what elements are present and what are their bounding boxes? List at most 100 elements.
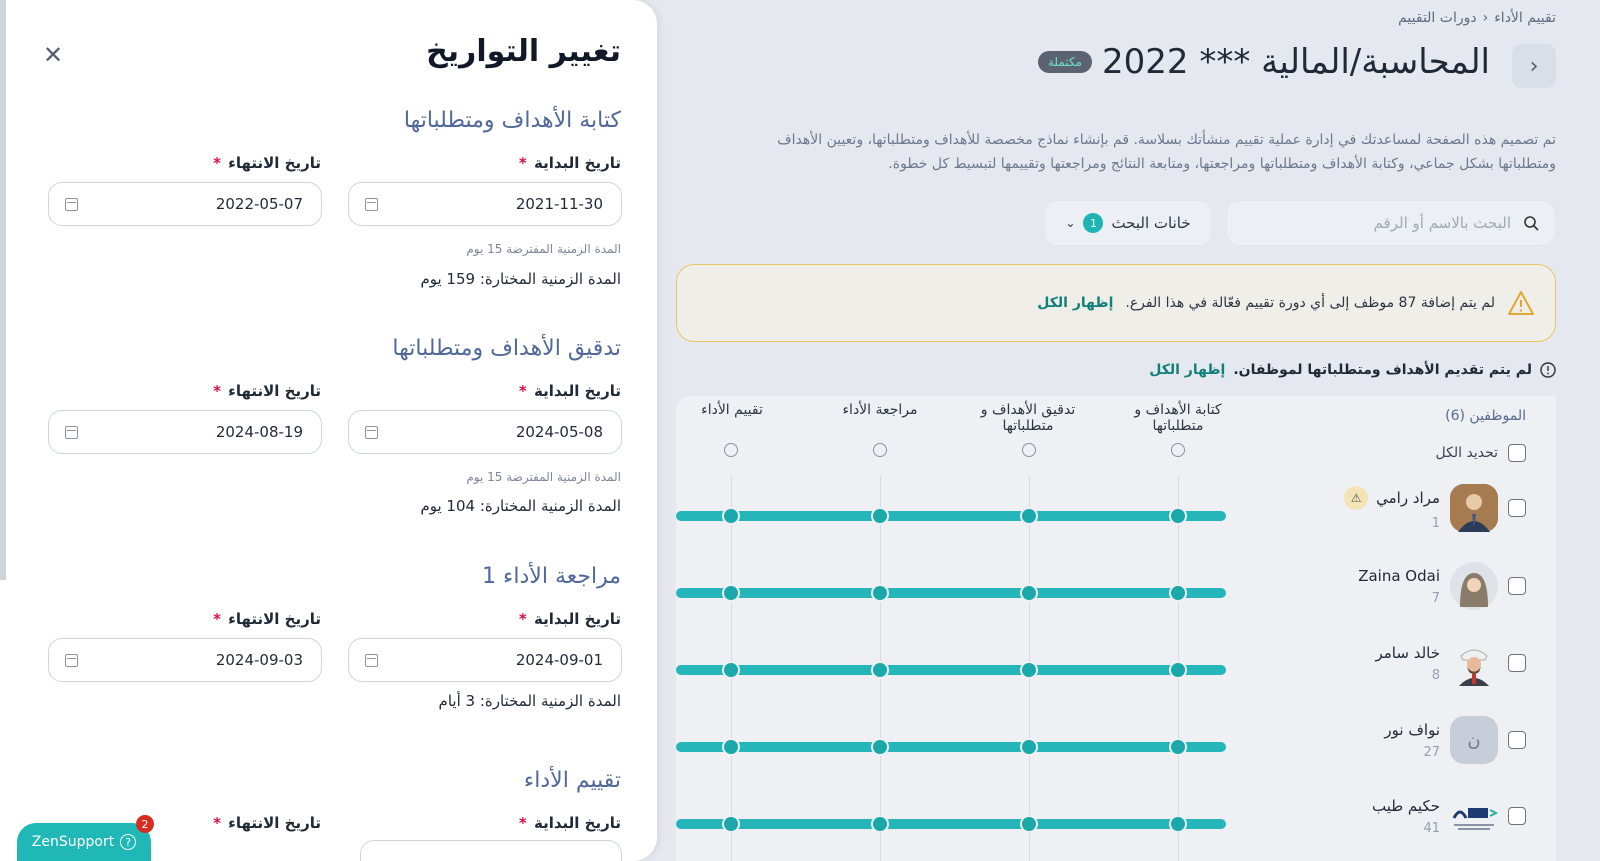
- start-date-label-text: تاريخ البداية: [534, 814, 621, 832]
- section-title: تدقيق الأهداف ومتطلباتها: [392, 336, 621, 361]
- timeline-dot[interactable]: [722, 507, 740, 525]
- timeline-dot[interactable]: [1169, 661, 1187, 679]
- start-date-value: 2024-05-08: [515, 423, 603, 441]
- timeline-bar[interactable]: [676, 511, 1226, 521]
- calendar-icon: [365, 425, 378, 439]
- employees-table: الموظفين (6) تحديد الكل مراد رامي ⚠ 1 Za…: [676, 396, 1556, 861]
- timeline-dot[interactable]: [722, 738, 740, 756]
- required-mark: *: [518, 814, 527, 832]
- timeline-dot[interactable]: [722, 815, 740, 833]
- avatar: [1450, 639, 1498, 687]
- employee-number: 41: [1423, 820, 1440, 836]
- row-checkbox[interactable]: [1508, 654, 1526, 672]
- stage-header-review: مراجعة الأداء: [842, 402, 918, 418]
- search-input[interactable]: البحث بالاسم أو الرقم: [1374, 214, 1511, 232]
- timeline-dot[interactable]: [722, 661, 740, 679]
- employee-row[interactable]: مراد رامي ⚠ 1: [1246, 478, 1526, 538]
- timeline-dot[interactable]: [1020, 815, 1038, 833]
- calendar-icon: [65, 653, 78, 667]
- info-icon: [1540, 362, 1556, 378]
- select-all-row[interactable]: تحديد الكل: [1436, 444, 1526, 462]
- timeline-dot[interactable]: [1020, 584, 1038, 602]
- timeline-bar[interactable]: [676, 742, 1226, 752]
- scrollbar[interactable]: [0, 0, 6, 580]
- employee-number: 7: [1431, 590, 1440, 606]
- end-date-input[interactable]: 2022-05-07: [48, 182, 322, 226]
- end-date-label: تاريخ الانتهاء *: [213, 382, 321, 400]
- timeline-bar[interactable]: [676, 819, 1226, 829]
- avatar: ن: [1450, 716, 1498, 764]
- filter-button[interactable]: خانات البحث 1 ⌄: [1044, 200, 1212, 246]
- row-checkbox[interactable]: [1508, 577, 1526, 595]
- calendar-icon: [365, 197, 378, 211]
- warning-banner: لم يتم إضافة 87 موظف إلى أي دورة تقييم ف…: [676, 264, 1556, 342]
- employee-name: Zaina Odai: [1358, 566, 1440, 585]
- section-title: تقييم الأداء: [523, 768, 621, 793]
- note-show-all-link[interactable]: إظهار الكل: [1149, 362, 1225, 378]
- start-date-label: تاريخ البداية *: [519, 814, 621, 832]
- timeline-dot[interactable]: [871, 584, 889, 602]
- gosi-logo-icon: [1452, 808, 1498, 830]
- employee-row[interactable]: حكيم طيب 41: [1246, 786, 1526, 846]
- employee-row[interactable]: خالد سامر 8: [1246, 633, 1526, 693]
- start-date-input[interactable]: [360, 840, 622, 861]
- end-date-input[interactable]: 2024-09-03: [48, 638, 322, 682]
- default-duration-hint: المدة الزمنية المفترضة 15 يوم: [466, 242, 621, 256]
- start-date-value: 2021-11-30: [515, 195, 603, 213]
- page-title-text: المحاسبة/المالية *** 2022: [1101, 42, 1490, 82]
- stage-header-writing: كتابة الأهداف و متطلباتها: [1134, 402, 1222, 434]
- timeline-dot[interactable]: [1169, 815, 1187, 833]
- required-mark: *: [213, 382, 221, 400]
- required-mark: *: [518, 610, 527, 628]
- timeline-bar[interactable]: [676, 665, 1226, 675]
- start-date-label: تاريخ البداية *: [519, 154, 621, 172]
- search-box[interactable]: البحث بالاسم أو الرقم: [1226, 200, 1556, 246]
- select-all-checkbox[interactable]: [1508, 444, 1526, 462]
- note-text: لم يتم تقديم الأهداف ومتطلباتها لموظفان.: [1233, 362, 1532, 378]
- start-date-input[interactable]: 2024-09-01: [348, 638, 622, 682]
- warning-text: لم يتم إضافة 87 موظف إلى أي دورة تقييم ف…: [1125, 295, 1495, 311]
- woman-avatar-icon: [1451, 563, 1497, 609]
- calendar-icon: [365, 653, 378, 667]
- timeline-dot[interactable]: [1169, 507, 1187, 525]
- breadcrumb-root[interactable]: تقييم الأداء: [1494, 10, 1556, 26]
- end-date-value: 2024-08-19: [215, 423, 303, 441]
- timeline-dot[interactable]: [722, 584, 740, 602]
- employee-name: نواف نور: [1384, 720, 1440, 739]
- clock-icon: [724, 443, 738, 457]
- required-mark: *: [213, 610, 221, 628]
- timeline-dot[interactable]: [1169, 738, 1187, 756]
- timeline-dot[interactable]: [871, 661, 889, 679]
- row-checkbox[interactable]: [1508, 499, 1526, 517]
- timeline-dot[interactable]: [1020, 661, 1038, 679]
- start-date-input[interactable]: 2024-05-08: [348, 410, 622, 454]
- change-dates-panel: ✕ تغيير التواريخ كتابة الأهداف ومتطلباته…: [0, 0, 657, 861]
- filter-count-badge: 1: [1083, 213, 1104, 233]
- employee-row[interactable]: ن نواف نور 27: [1246, 710, 1526, 770]
- required-mark: *: [518, 154, 527, 172]
- employee-row[interactable]: Zaina Odai 7: [1246, 556, 1526, 616]
- timeline-bar[interactable]: [676, 588, 1226, 598]
- timeline-dot[interactable]: [871, 507, 889, 525]
- row-checkbox[interactable]: [1508, 807, 1526, 825]
- timeline-dot[interactable]: [1169, 584, 1187, 602]
- start-date-input[interactable]: 2021-11-30: [348, 182, 622, 226]
- end-date-label-text: تاريخ الانتهاء: [228, 382, 321, 400]
- timeline-dot[interactable]: [1020, 507, 1038, 525]
- warning-show-all-link[interactable]: إظهار الكل: [1037, 295, 1113, 311]
- calendar-icon: [65, 425, 78, 439]
- end-date-label: تاريخ الانتهاء *: [213, 610, 321, 628]
- warning-icon: ⚠: [1344, 485, 1369, 510]
- row-checkbox[interactable]: [1508, 731, 1526, 749]
- search-icon: [1524, 216, 1539, 231]
- close-button[interactable]: ✕: [42, 41, 64, 69]
- back-button[interactable]: ›: [1512, 44, 1556, 88]
- timeline-dot[interactable]: [1020, 738, 1038, 756]
- end-date-input[interactable]: 2024-08-19: [48, 410, 322, 454]
- timeline-dot[interactable]: [871, 815, 889, 833]
- close-icon: ✕: [42, 41, 64, 69]
- breadcrumb-current[interactable]: دورات التقييم: [1398, 10, 1477, 26]
- page-title: المحاسبة/المالية *** 2022 مكتملة: [1037, 42, 1490, 82]
- timeline-dot[interactable]: [871, 738, 889, 756]
- zensupport-button[interactable]: ZenSupport ?: [17, 823, 151, 861]
